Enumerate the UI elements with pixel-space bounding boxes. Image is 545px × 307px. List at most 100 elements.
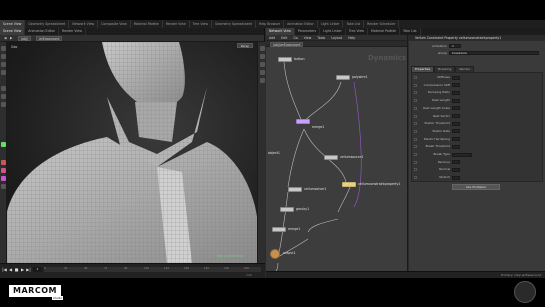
param-field[interactable] [452, 75, 460, 80]
stop-button[interactable]: ■ [14, 267, 19, 272]
wireframe-icon[interactable] [259, 78, 265, 83]
param-field[interactable] [452, 167, 460, 172]
param-label: Plastic Hardening [423, 136, 450, 141]
desktop-tab[interactable]: Network View [69, 20, 99, 28]
menu-tools[interactable]: Tools [314, 35, 328, 40]
non-commercial-tag: Non-Commercial [217, 254, 244, 258]
desktop-tab[interactable]: Light Linker [318, 20, 344, 28]
param-label: Activation [431, 44, 447, 48]
snap-toggle-icon[interactable] [1, 142, 6, 147]
desktop-tab[interactable]: Geometry Spreadsheet [25, 20, 70, 28]
desktop-tab[interactable]: Render Scheduler [364, 20, 400, 28]
node-label: output1 [283, 251, 296, 255]
brush-icon[interactable] [1, 168, 6, 173]
param-field[interactable]: 1 [449, 44, 461, 48]
timeline-tick-label: 48 [84, 267, 88, 270]
param-field[interactable] [452, 160, 460, 165]
viewport-tab-bar: Scene View Animation Editor Render View [0, 28, 264, 35]
ghost-icon[interactable] [259, 70, 265, 75]
param-field[interactable] [452, 83, 460, 88]
param-label: Group [437, 51, 447, 55]
param-field[interactable] [452, 106, 460, 111]
network-node[interactable] [342, 182, 356, 187]
lighting-icon[interactable] [259, 62, 265, 67]
forward-arrow-icon[interactable]: ▶ [10, 36, 12, 41]
desktop-tab[interactable]: Scene View [0, 20, 26, 28]
network-node[interactable] [296, 119, 310, 124]
param-row: Stiffness [412, 74, 544, 82]
3d-viewport[interactable]: Geo Persp Non-Commercial [7, 42, 257, 263]
desktop-tab[interactable]: Help Browser [256, 20, 285, 28]
desktop-tab[interactable]: Take List [343, 20, 365, 28]
menu-layout[interactable]: Layout [328, 35, 345, 40]
jump-start-button[interactable]: |◀ [2, 267, 7, 272]
tab-animation-editor[interactable]: Animation Editor [25, 28, 59, 35]
param-field[interactable] [452, 175, 460, 180]
output-node[interactable] [270, 249, 280, 259]
tab-scene-view[interactable]: Scene View [0, 28, 26, 35]
tab-material-palette[interactable]: Material Palette [368, 28, 401, 35]
param-field[interactable] [452, 129, 460, 134]
network-node[interactable] [278, 57, 292, 62]
param-field[interactable] [452, 121, 460, 126]
param-field[interactable] [452, 137, 460, 142]
timeline-slider[interactable]: 0 24 48 72 96 120 144 168 192 216 240 [44, 267, 261, 272]
param-row: Break Type [412, 151, 544, 159]
param-field[interactable] [452, 98, 460, 103]
record-icon[interactable] [1, 160, 6, 165]
back-arrow-icon[interactable]: ◀ [4, 36, 6, 41]
current-frame-field[interactable]: 1 [33, 267, 42, 272]
desktop-tab[interactable]: Material Palette [131, 20, 163, 28]
network-node[interactable] [272, 227, 286, 232]
menu-go[interactable]: Go [290, 35, 300, 40]
menu-view[interactable]: View [301, 35, 315, 40]
tab-parameters[interactable]: Parameters [295, 28, 321, 35]
tab-light-linker[interactable]: Light Linker [320, 28, 346, 35]
network-canvas[interactable]: Dynamics button polywire1 merge1 object1… [266, 47, 407, 271]
paint-icon[interactable] [1, 176, 6, 181]
tab-render-view[interactable]: Render View [59, 28, 86, 35]
play-button[interactable]: ▶ [20, 267, 25, 272]
network-node[interactable] [324, 155, 338, 160]
move-tool-icon[interactable] [1, 54, 6, 59]
camera-menu[interactable]: Persp [236, 43, 253, 48]
desktop-tab[interactable]: Animation Editor [284, 20, 318, 28]
current-node-path[interactable]: wrEasecoord [36, 36, 63, 41]
step-back-button[interactable]: ◀ [8, 267, 13, 272]
shading-mode-icon[interactable] [259, 54, 265, 59]
pose-tool-icon[interactable] [1, 94, 6, 99]
param-row: Damping Ratio [412, 89, 544, 97]
select-tool-icon[interactable] [1, 46, 6, 51]
use-multiplier-button[interactable]: Use Multiplier [452, 184, 500, 190]
param-field[interactable]: breakwire [449, 51, 539, 55]
network-node[interactable] [288, 187, 302, 192]
end-frame-field[interactable]: 240 [246, 273, 252, 277]
desktop-tab[interactable]: Tree View [190, 20, 212, 28]
desktop-tab[interactable]: Composite View [98, 20, 131, 28]
network-node[interactable] [280, 207, 294, 212]
timeline-tick-label: 120 [144, 267, 149, 270]
tab-network-view[interactable]: Network View [266, 28, 295, 35]
param-field[interactable] [452, 144, 460, 149]
menu-edit[interactable]: Edit [278, 35, 290, 40]
param-field[interactable] [452, 90, 460, 95]
handle-tool-icon[interactable] [1, 86, 6, 91]
display-options-icon[interactable] [259, 46, 265, 51]
menu-add[interactable]: Add [266, 35, 278, 40]
scale-tool-icon[interactable] [1, 70, 6, 75]
network-path[interactable]: /obj/wrEasecoord [270, 41, 304, 47]
param-field[interactable] [452, 152, 472, 157]
param-field[interactable] [452, 114, 460, 118]
jump-end-button[interactable]: ▶| [26, 267, 31, 272]
tab-tree-view[interactable]: Tree View [346, 28, 369, 35]
desktop-tab[interactable]: Render View [163, 20, 190, 28]
view-tool-icon[interactable] [1, 102, 6, 107]
menu-help[interactable]: Help [345, 35, 358, 40]
node-label: vellumsource1 [340, 155, 364, 159]
network-node[interactable] [336, 75, 350, 80]
tab-take-list[interactable]: Take List [400, 28, 421, 35]
measure-tool-icon[interactable] [1, 184, 6, 189]
desktop-tab[interactable]: Geometry Spreadsheet [212, 20, 256, 28]
rotate-tool-icon[interactable] [1, 62, 6, 67]
context-path[interactable]: /obj/ [18, 36, 32, 41]
